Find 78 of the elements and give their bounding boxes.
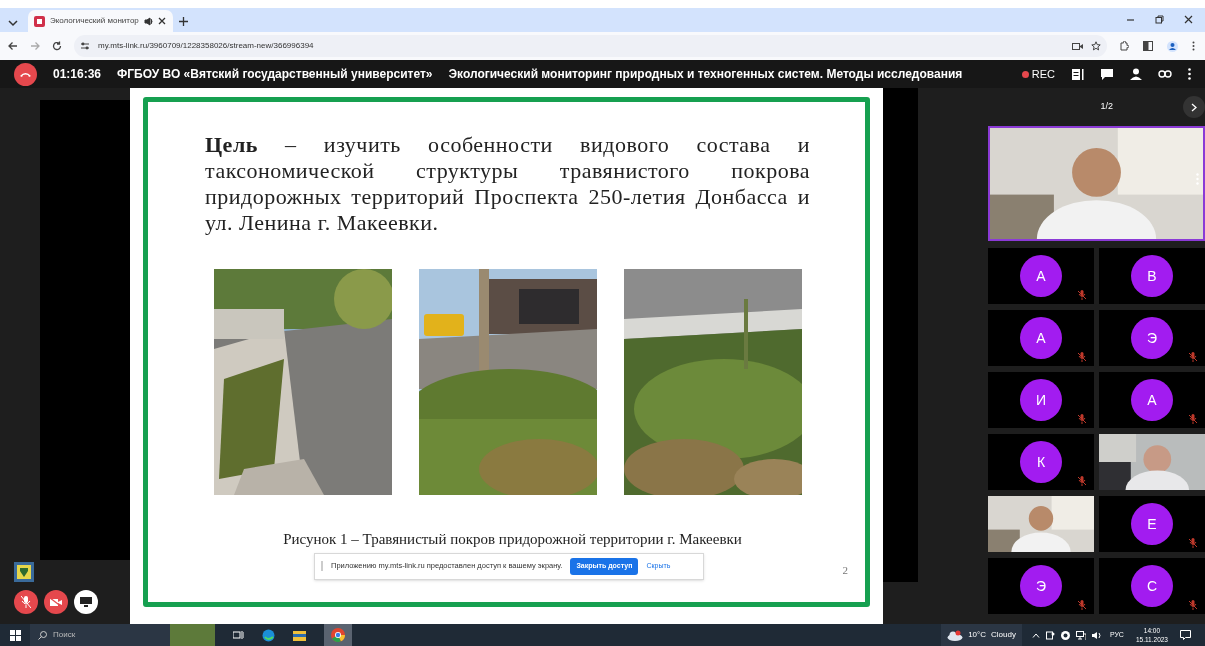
network-icon[interactable] bbox=[1075, 630, 1086, 640]
edge-icon[interactable] bbox=[262, 628, 275, 642]
avatar-initial: В bbox=[1131, 255, 1173, 297]
chevron-up-icon[interactable] bbox=[1031, 632, 1040, 638]
camera-off-icon bbox=[50, 597, 62, 607]
sidebar-icon[interactable] bbox=[1143, 41, 1153, 51]
star-icon[interactable] bbox=[1091, 41, 1101, 51]
avatar-initial: Э bbox=[1020, 565, 1062, 607]
profile-icon[interactable] bbox=[1167, 40, 1178, 52]
meeting-timer: 01:16:36 bbox=[53, 66, 102, 83]
link-icon[interactable] bbox=[1158, 70, 1172, 78]
chevron-right-icon bbox=[1191, 102, 1197, 112]
emblem-icon bbox=[14, 562, 34, 582]
task-view-icon[interactable] bbox=[233, 630, 244, 640]
avatar-initial: А bbox=[1020, 255, 1062, 297]
page-number: 2 bbox=[842, 562, 848, 578]
muted-mic-icon bbox=[1078, 600, 1086, 610]
muted-mic-icon bbox=[1189, 352, 1197, 362]
extensions-icon[interactable] bbox=[1119, 41, 1129, 51]
muted-mic-icon bbox=[1078, 414, 1086, 424]
avatar-initial: И bbox=[1020, 379, 1062, 421]
url-text: my.mts-link.ru/3960709/1228358026/stream-new/366996394 bbox=[98, 40, 314, 52]
avatar-initial: С bbox=[1131, 565, 1173, 607]
folder-icon[interactable] bbox=[293, 629, 306, 641]
muted-mic-icon bbox=[1189, 414, 1197, 424]
next-page-button[interactable] bbox=[1183, 96, 1205, 118]
muted-mic-icon bbox=[21, 596, 31, 608]
browser-tab[interactable]: Экологический монитор bbox=[28, 10, 173, 32]
windows-icon[interactable] bbox=[9, 629, 21, 641]
meeting-title: Экологический мониторинг природных и техногенных систем. Методы исследования bbox=[448, 66, 963, 83]
temperature-text: 10°C bbox=[968, 629, 986, 641]
back-icon[interactable] bbox=[8, 41, 18, 51]
person-icon[interactable] bbox=[1130, 68, 1142, 80]
menu-icon[interactable] bbox=[1192, 41, 1195, 51]
slide-paragraph: Цель – изучить особенности видового состава и таксономической структуры травянистого покрова придорожных территорий Проспекта 250-летия Донбасса и ул. Ленина г. Макеевки. bbox=[205, 132, 810, 236]
screen-share-button[interactable] bbox=[74, 590, 98, 614]
app-icon bbox=[34, 15, 45, 27]
site-settings-icon[interactable] bbox=[80, 41, 90, 51]
weather-text: Cloudy bbox=[991, 629, 1016, 641]
cloud-icon[interactable] bbox=[947, 629, 964, 641]
monitor-icon bbox=[80, 597, 92, 607]
avatar-initial: Е bbox=[1131, 503, 1173, 545]
chrome-icon[interactable] bbox=[331, 628, 345, 642]
muted-mic-icon bbox=[1078, 290, 1086, 300]
avatar-initial: К bbox=[1020, 441, 1062, 483]
search-icon bbox=[38, 630, 47, 640]
tab-title: Экологический монитор bbox=[50, 15, 139, 27]
chat-icon[interactable] bbox=[1100, 67, 1114, 81]
notifications-icon[interactable] bbox=[1180, 630, 1191, 640]
muted-mic-icon bbox=[1189, 600, 1197, 610]
volume-icon[interactable] bbox=[1091, 630, 1102, 640]
close-icon[interactable] bbox=[157, 17, 166, 25]
close-icon[interactable] bbox=[1184, 15, 1193, 24]
camera-button[interactable] bbox=[44, 590, 68, 614]
speaker-icon bbox=[143, 16, 153, 26]
page-indicator: 1/2 bbox=[1100, 100, 1113, 114]
more-icon[interactable] bbox=[1188, 68, 1191, 80]
avatar-initial: А bbox=[1020, 317, 1062, 359]
figure-caption: Рисунок 1 – Травянистый покров придорожной территории г. Макеевки bbox=[282, 530, 743, 549]
search-input[interactable]: Поиск bbox=[53, 629, 153, 641]
avatar-initial: А bbox=[1131, 379, 1173, 421]
address-field[interactable]: my.mts-link.ru/3960709/1228358026/stream-new/366996394 bbox=[74, 35, 1107, 57]
reload-icon[interactable] bbox=[52, 41, 62, 51]
muted-mic-icon bbox=[1078, 352, 1086, 362]
microphone-button[interactable] bbox=[14, 590, 38, 614]
search-field[interactable]: Поиск bbox=[30, 624, 170, 646]
dropdown-icon[interactable] bbox=[8, 19, 18, 27]
organization-name: ФГБОУ ВО «Вятский государственный университет» bbox=[117, 66, 433, 83]
phone-icon bbox=[19, 71, 32, 77]
notes-icon[interactable] bbox=[1071, 67, 1084, 81]
muted-mic-icon bbox=[1078, 476, 1086, 486]
hang-up-button[interactable] bbox=[14, 62, 37, 86]
avatar-initial: Э bbox=[1131, 317, 1173, 359]
restore-icon[interactable] bbox=[1155, 15, 1164, 24]
muted-mic-icon bbox=[1189, 538, 1197, 548]
new-tab-icon[interactable] bbox=[179, 17, 188, 26]
recording-indicator: REC bbox=[1021, 65, 1055, 83]
camera-icon[interactable] bbox=[1072, 41, 1083, 51]
